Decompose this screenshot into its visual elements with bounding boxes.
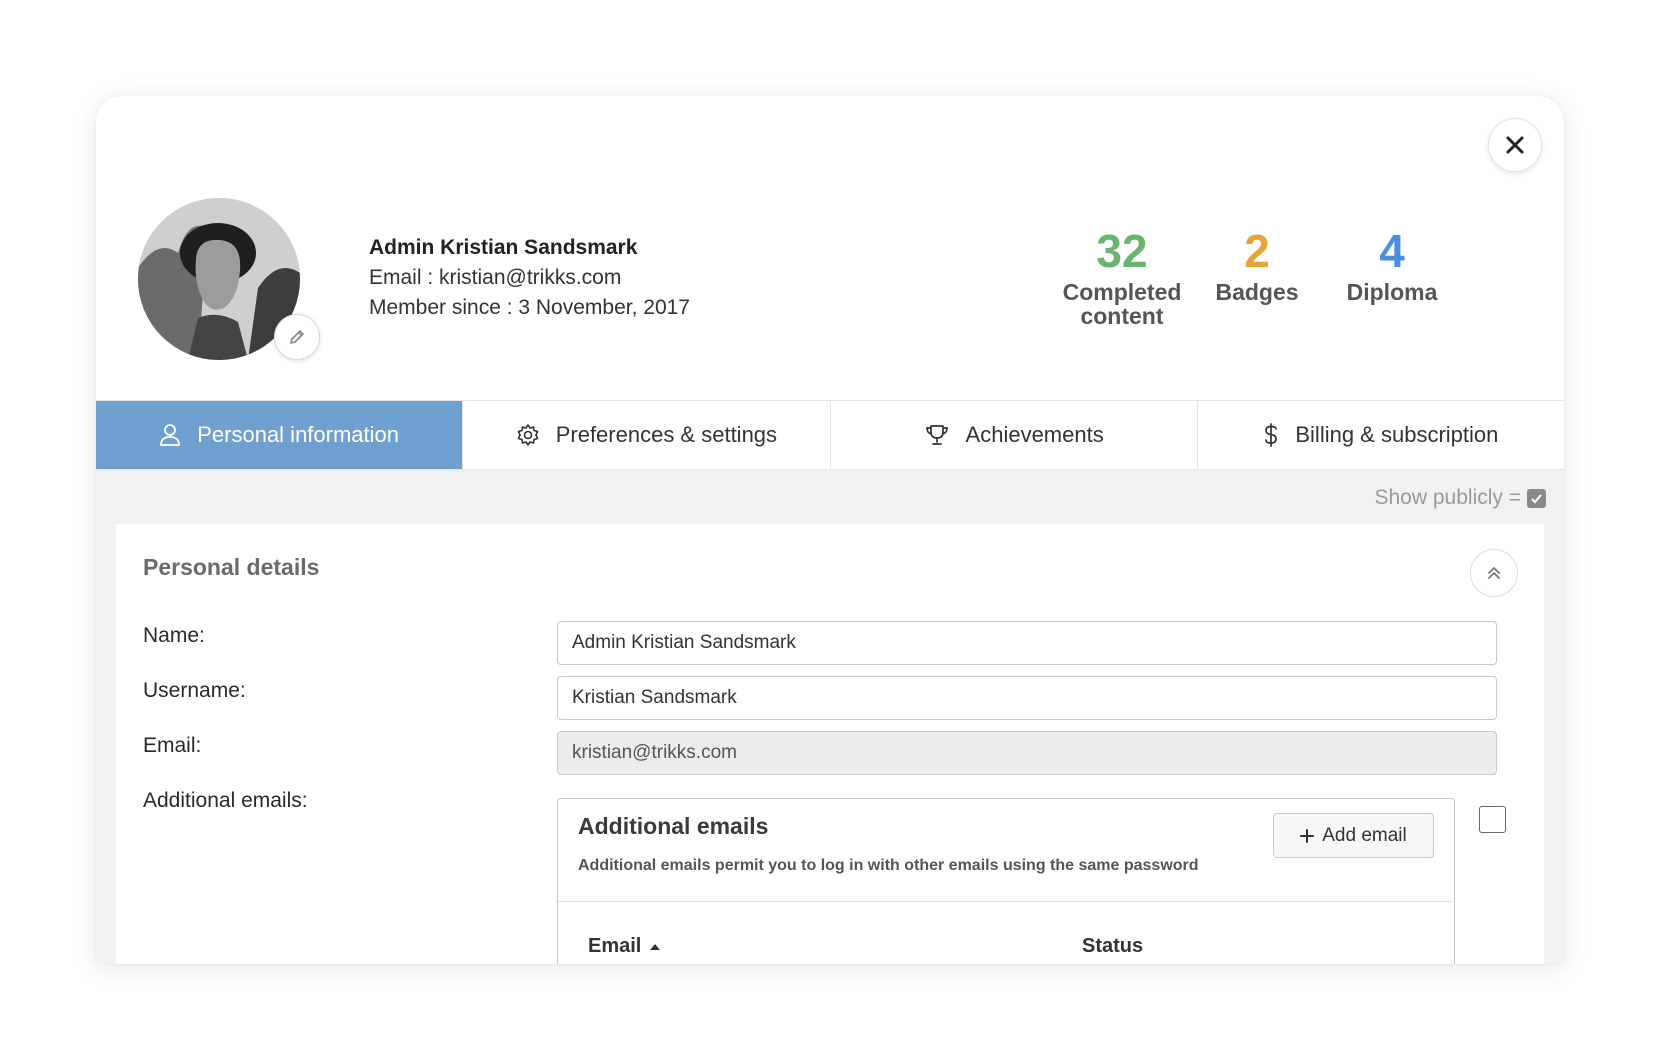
tab-label: Achievements xyxy=(965,422,1104,447)
show-publicly-checkbox[interactable] xyxy=(1479,806,1506,833)
trophy-icon xyxy=(925,425,948,445)
tab-bar: Personal information Preferences & setti… xyxy=(96,400,1564,470)
plus-icon xyxy=(1300,828,1315,843)
divider xyxy=(558,901,1454,902)
personal-details-title: Personal details xyxy=(143,554,320,580)
show-publicly-label: Show publicly = xyxy=(1374,486,1522,509)
email-column-header[interactable]: Email xyxy=(588,935,661,958)
show-publicly-legend: Show publicly = xyxy=(1374,486,1546,510)
profile-info: Admin Kristian Sandsmark Email : kristia… xyxy=(369,233,690,323)
additional-emails-label: Additional emails: xyxy=(143,789,308,812)
personal-details-card: Personal details Name: Username: Email: … xyxy=(116,524,1544,964)
gear-icon xyxy=(517,424,539,446)
username-input[interactable] xyxy=(557,676,1497,720)
username-label: Username: xyxy=(143,679,246,702)
column-header-label: Status xyxy=(1082,935,1144,957)
profile-member-since: Member since : 3 November, 2017 xyxy=(369,296,690,319)
additional-emails-description: Additional emails permit you to log in w… xyxy=(578,857,1199,874)
email-field xyxy=(557,731,1497,775)
dollar-icon xyxy=(1265,423,1278,447)
additional-emails-title: Additional emails xyxy=(578,813,769,839)
tab-label: Personal information xyxy=(197,422,400,447)
tab-personal-information[interactable]: Personal information xyxy=(96,401,464,469)
stat-diploma: 4 Diploma xyxy=(1312,226,1472,304)
collapse-button[interactable] xyxy=(1470,549,1518,597)
checked-box-icon xyxy=(1527,488,1546,508)
add-email-button[interactable]: Add email xyxy=(1273,813,1434,858)
stat-label: Completed content xyxy=(1062,279,1182,329)
email-label: Email: xyxy=(143,734,202,757)
tab-label: Preferences & settings xyxy=(555,422,778,447)
close-icon xyxy=(1506,136,1524,154)
pencil-icon xyxy=(290,330,304,344)
name-input[interactable] xyxy=(557,621,1497,665)
add-email-label: Add email xyxy=(1322,824,1407,846)
status-column-header[interactable]: Status xyxy=(1082,935,1143,958)
profile-email: Email : kristian@trikks.com xyxy=(369,266,622,289)
avatar-container xyxy=(138,198,320,378)
close-button[interactable] xyxy=(1488,118,1542,172)
tab-preferences-settings[interactable]: Preferences & settings xyxy=(463,401,831,469)
tab-billing-subscription[interactable]: Billing & subscription xyxy=(1198,401,1564,469)
tab-achievements[interactable]: Achievements xyxy=(831,401,1198,469)
stat-label: Diploma xyxy=(1346,279,1438,305)
user-icon xyxy=(160,424,181,446)
sort-ascending-icon xyxy=(650,943,661,950)
additional-emails-panel: Additional emails Additional emails perm… xyxy=(557,798,1455,964)
tab-content: Show publicly = Personal details Name: U… xyxy=(96,470,1564,964)
double-chevron-up-icon xyxy=(1488,567,1500,579)
stat-value: 4 xyxy=(1379,225,1405,277)
tab-label: Billing & subscription xyxy=(1295,422,1499,447)
column-header-label: Email xyxy=(588,935,642,957)
edit-avatar-button[interactable] xyxy=(274,314,320,360)
profile-name: Admin Kristian Sandsmark xyxy=(369,236,638,259)
name-label: Name: xyxy=(143,624,205,647)
profile-modal: Admin Kristian Sandsmark Email : kristia… xyxy=(96,96,1564,964)
